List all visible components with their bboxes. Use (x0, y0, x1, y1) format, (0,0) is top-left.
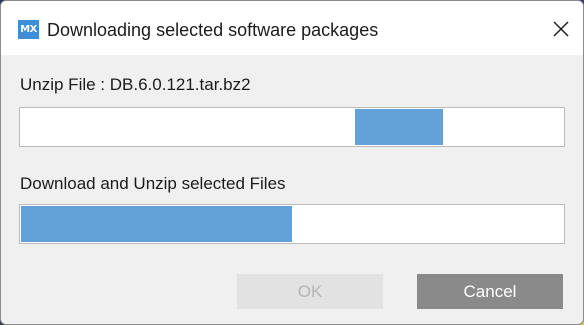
window-title: Downloading selected software packages (47, 20, 379, 40)
ok-button[interactable]: OK (237, 274, 383, 309)
download-label: Download and Unzip selected Files (20, 174, 286, 193)
app-logo-icon: MX (18, 20, 39, 39)
close-icon (553, 21, 569, 37)
close-button[interactable] (539, 7, 583, 51)
cancel-button[interactable]: Cancel (417, 274, 563, 309)
title-bar: MX Downloading selected software package… (1, 1, 583, 55)
unzip-file-label: Unzip File : DB.6.0.121.tar.bz2 (20, 75, 251, 94)
download-progress-fill (21, 206, 292, 242)
unzip-progress-indicator (355, 109, 443, 145)
download-dialog: MX Downloading selected software package… (0, 0, 584, 325)
unzip-progress-bar (19, 107, 565, 147)
download-progress-bar (19, 204, 565, 244)
